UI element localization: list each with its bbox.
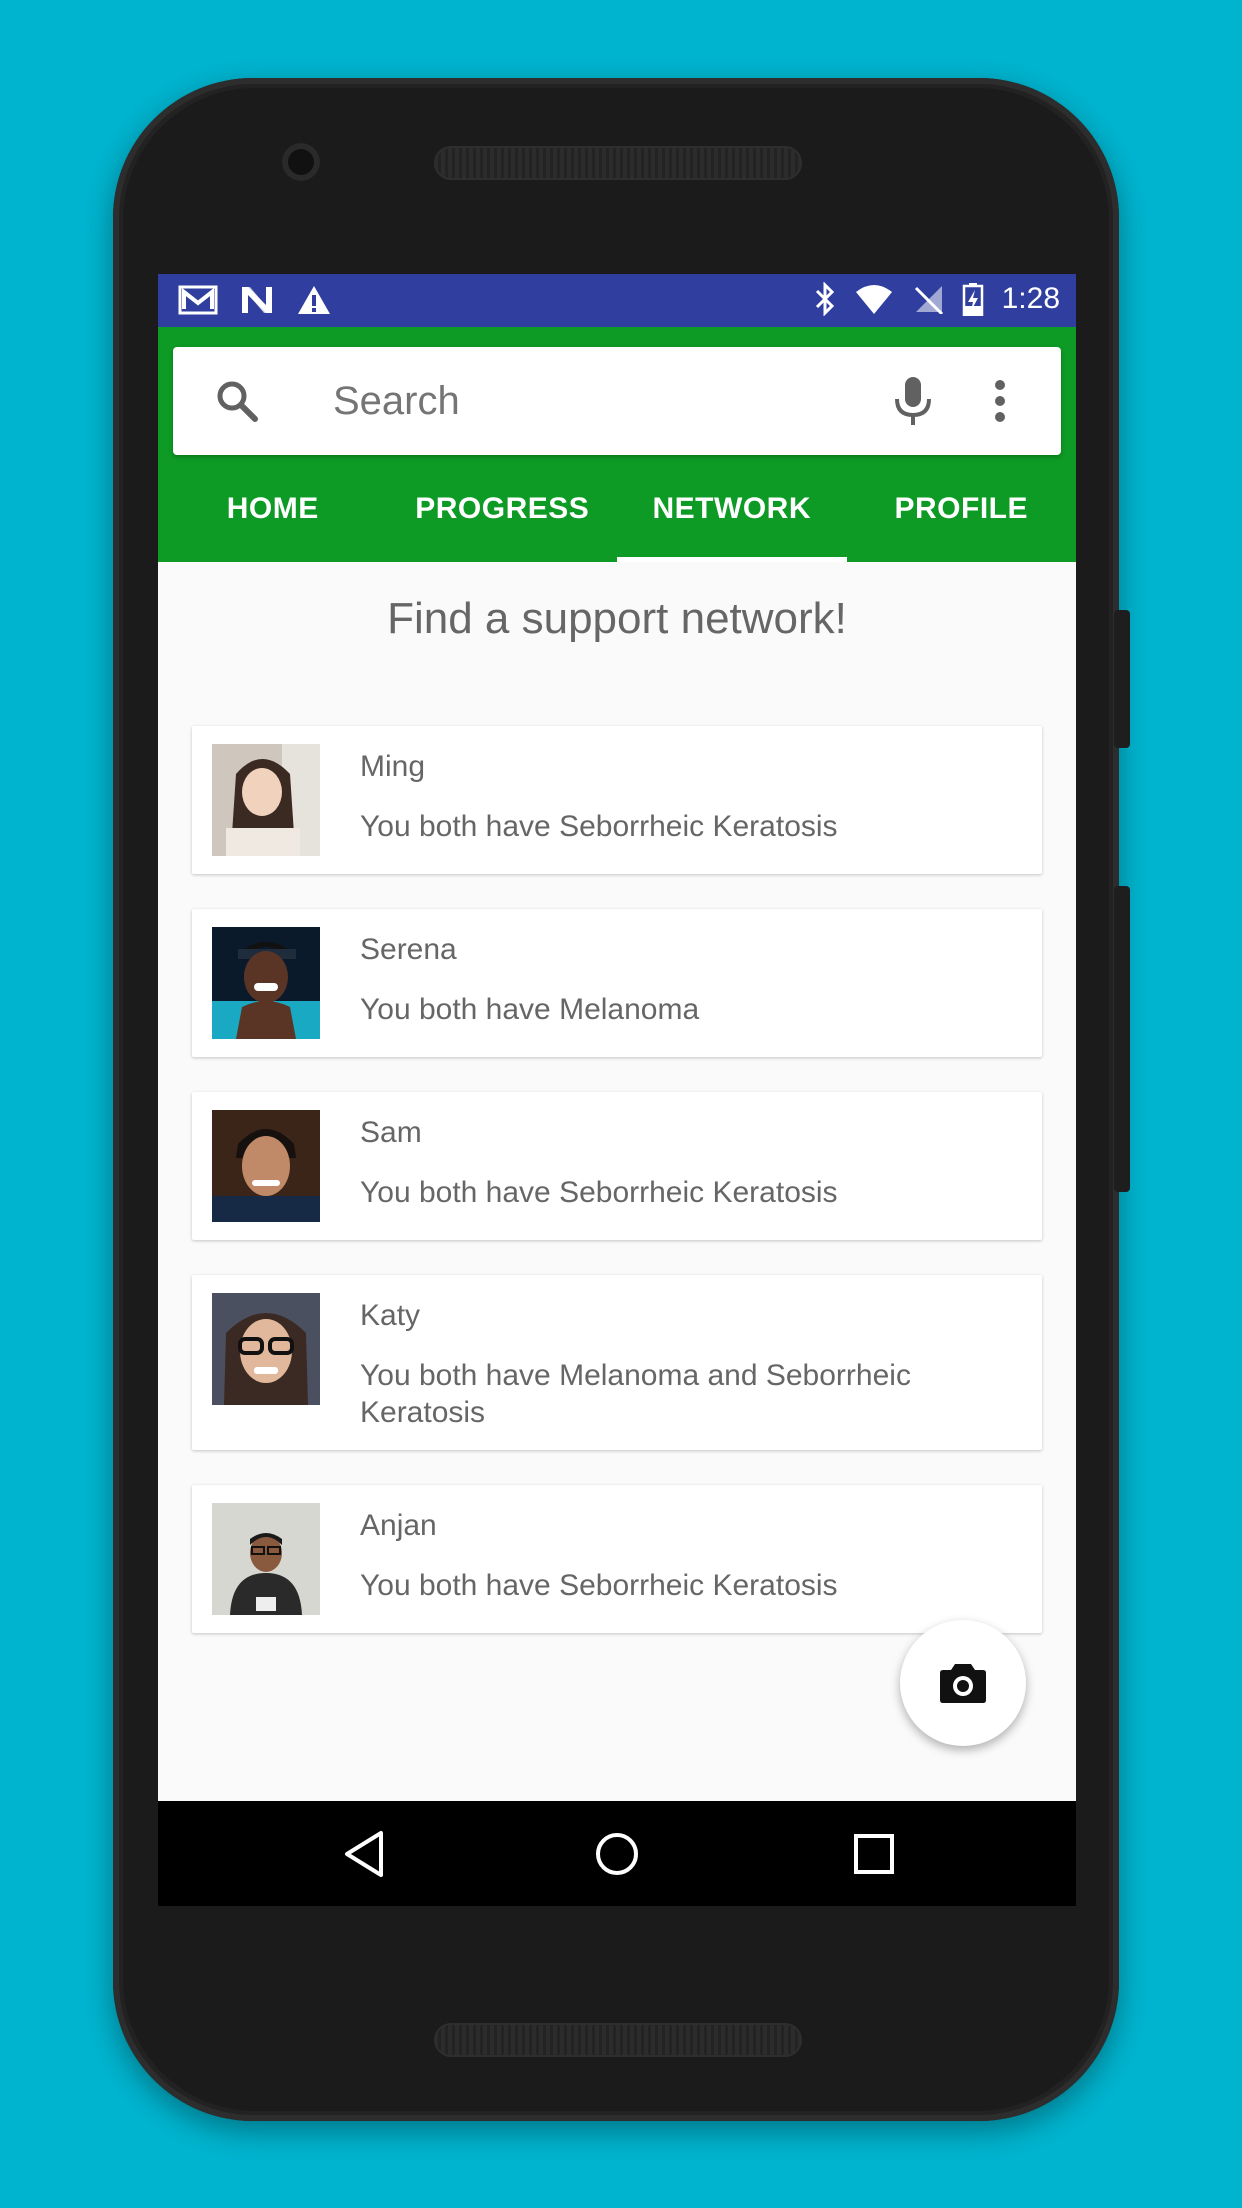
tab-label: PROFILE <box>894 491 1028 525</box>
top-speaker <box>434 146 802 180</box>
tab-profile[interactable]: PROFILE <box>847 455 1077 562</box>
camera-button[interactable] <box>900 1620 1026 1746</box>
contact-condition: You both have Seborrheic Keratosis <box>360 1176 838 1209</box>
tab-label: NETWORK <box>652 491 811 525</box>
wifi-icon <box>855 285 892 314</box>
page-title: Find a support network! <box>387 594 847 643</box>
contact-condition: You both have Seborrheic Keratosis <box>360 810 838 843</box>
status-bar: 1:28 <box>158 274 1076 327</box>
volume-button <box>1114 886 1130 1192</box>
no-signal-icon <box>914 286 943 314</box>
network-card[interactable]: Serena You both have Melanoma <box>192 909 1042 1057</box>
avatar <box>212 1110 320 1222</box>
contact-name: Ming <box>360 750 426 783</box>
contact-name: Katy <box>360 1299 421 1332</box>
network-card[interactable]: Katy You both have Melanoma and Seborrhe… <box>192 1275 1042 1450</box>
contact-name: Serena <box>360 933 457 966</box>
search-bar <box>173 347 1061 455</box>
contact-condition: You both have Melanoma and Seborrheic Ke… <box>360 1359 911 1429</box>
app-header: HOME PROGRESS NETWORK PROFILE <box>158 327 1076 562</box>
recents-icon[interactable] <box>847 1827 901 1881</box>
search-input[interactable] <box>333 371 853 431</box>
more-vert-icon[interactable] <box>985 377 1015 425</box>
network-card[interactable]: Ming You both have Seborrheic Keratosis <box>192 726 1042 874</box>
back-icon[interactable] <box>339 1827 393 1881</box>
tab-bar: HOME PROGRESS NETWORK PROFILE <box>158 455 1076 562</box>
camera-icon <box>940 1664 986 1703</box>
network-card[interactable]: Anjan You both have Seborrheic Keratosis <box>192 1485 1042 1633</box>
bottom-speaker <box>434 2023 802 2057</box>
contact-condition: You both have Seborrheic Keratosis <box>360 1569 838 1602</box>
tab-label: PROGRESS <box>415 491 590 525</box>
contact-name: Anjan <box>360 1509 437 1542</box>
status-time: 1:28 <box>1001 282 1060 315</box>
contact-name: Sam <box>360 1116 422 1149</box>
avatar <box>212 1293 320 1405</box>
avatar <box>212 1503 320 1615</box>
avatar <box>212 927 320 1039</box>
screen: 1:28 HOME PROGRESS NETWORK <box>158 274 1076 1906</box>
network-card[interactable]: Sam You both have Seborrheic Keratosis <box>192 1092 1042 1240</box>
tab-network[interactable]: NETWORK <box>617 455 847 562</box>
avatar <box>212 744 320 856</box>
bluetooth-icon <box>815 282 834 316</box>
battery-charging-icon <box>962 283 983 316</box>
tab-progress[interactable]: PROGRESS <box>388 455 618 562</box>
home-icon[interactable] <box>590 1827 644 1881</box>
power-button <box>1114 610 1130 748</box>
contact-condition: You both have Melanoma <box>360 993 700 1026</box>
n-icon <box>242 287 272 313</box>
search-icon[interactable] <box>213 377 261 425</box>
system-nav-bar <box>158 1801 1076 1906</box>
front-camera <box>282 143 320 181</box>
tab-home[interactable]: HOME <box>158 455 388 562</box>
warning-icon <box>298 286 330 314</box>
gmail-icon <box>178 285 218 315</box>
tab-label: HOME <box>226 491 319 525</box>
mic-icon[interactable] <box>891 375 935 427</box>
